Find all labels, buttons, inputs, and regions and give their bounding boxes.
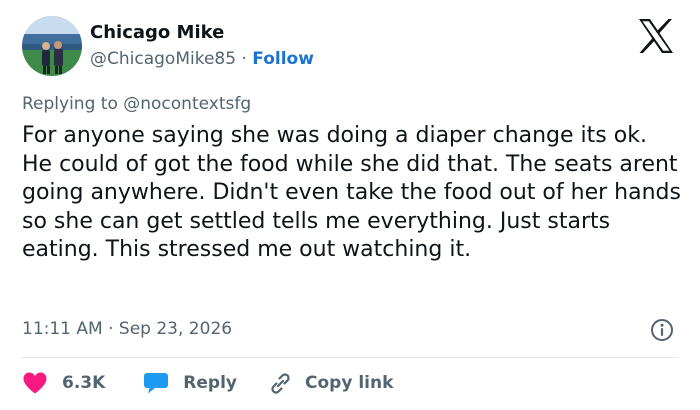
like-button[interactable]: 6.3K (22, 371, 105, 395)
reply-context-mention[interactable]: @nocontextsfg (123, 94, 251, 114)
reply-context: Replying to @nocontextsfg (22, 94, 251, 114)
info-icon[interactable] (650, 318, 674, 342)
reply-label: Reply (183, 373, 237, 393)
tweet-body: For anyone saying she was doing a diaper… (22, 123, 681, 262)
author-avatar[interactable] (22, 16, 82, 76)
author-handle[interactable]: @ChicagoMike85 (90, 49, 236, 69)
tweet-timestamp[interactable]: 11:11 AM · Sep 23, 2026 (22, 319, 232, 339)
tweet-card: Chicago Mike @ChicagoMike85 · Follow Rep… (0, 0, 700, 410)
copy-link-label: Copy link (305, 373, 394, 393)
reply-button[interactable]: Reply (143, 371, 237, 395)
avatar-image (22, 16, 82, 76)
like-count: 6.3K (62, 373, 106, 393)
handle-separator: · (241, 49, 247, 69)
author-handle-line: @ChicagoMike85 · Follow (90, 49, 314, 69)
copy-link-button[interactable]: Copy link (267, 371, 393, 395)
action-bar: 6.3K Reply Copy link (22, 370, 393, 396)
x-logo-icon[interactable] (637, 18, 675, 54)
follow-button[interactable]: Follow (252, 49, 314, 69)
link-icon (271, 373, 290, 394)
timestamp-date: Sep 23, 2026 (118, 319, 233, 339)
actions-divider (22, 357, 678, 358)
speech-bubble-icon (144, 373, 169, 394)
author-name[interactable]: Chicago Mike (90, 22, 224, 43)
reply-context-prefix: Replying to (22, 94, 118, 114)
timestamp-separator: · (108, 319, 114, 339)
timestamp-time: 11:11 AM (22, 319, 103, 339)
heart-icon (23, 372, 47, 394)
